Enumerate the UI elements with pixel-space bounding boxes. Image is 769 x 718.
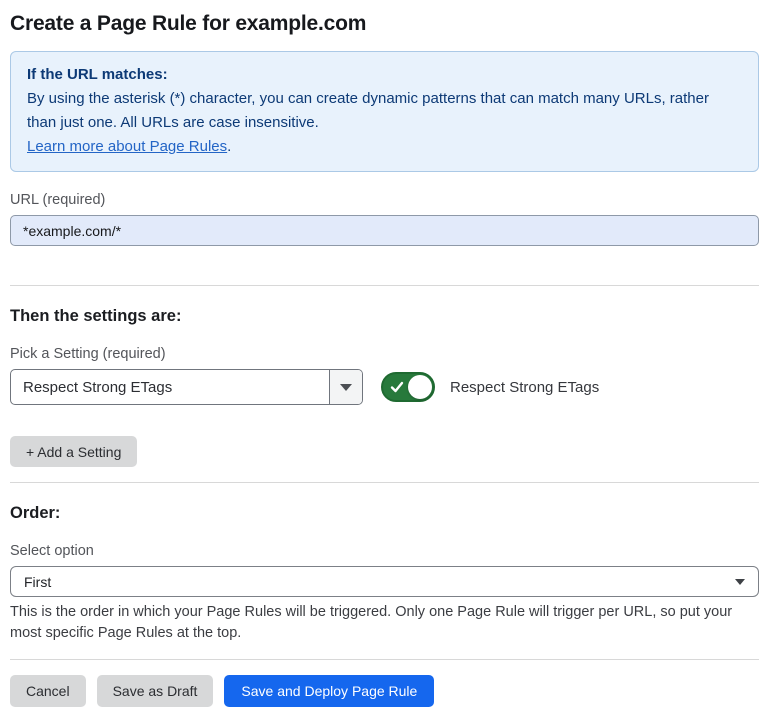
setting-row: Respect Strong ETags Respect Strong ETag…: [10, 369, 759, 405]
pick-setting-label: Pick a Setting (required): [10, 346, 759, 362]
add-setting-button[interactable]: + Add a Setting: [10, 436, 137, 467]
info-box-link-line: Learn more about Page Rules.: [27, 135, 742, 159]
url-match-info-box: If the URL matches: By using the asteris…: [10, 51, 759, 172]
cancel-button[interactable]: Cancel: [10, 675, 86, 707]
link-suffix: .: [227, 138, 231, 155]
order-select-value: First: [24, 574, 51, 590]
setting-select[interactable]: Respect Strong ETags: [10, 369, 363, 405]
order-select-label: Select option: [10, 543, 759, 559]
settings-section-heading: Then the settings are:: [10, 307, 759, 326]
order-select[interactable]: First: [10, 566, 759, 597]
url-field-label: URL (required): [10, 192, 759, 208]
toggle-knob: [408, 375, 432, 399]
url-input[interactable]: [10, 215, 759, 246]
respect-strong-etags-toggle[interactable]: [381, 372, 435, 402]
order-help-text: This is the order in which your Page Rul…: [10, 602, 759, 644]
info-box-body: By using the asterisk (*) character, you…: [27, 87, 742, 135]
setting-select-value: Respect Strong ETags: [11, 370, 329, 404]
checkmark-icon: [390, 380, 404, 394]
footer-actions: Cancel Save as Draft Save and Deploy Pag…: [10, 675, 759, 707]
order-section-heading: Order:: [10, 504, 759, 523]
section-divider: [10, 482, 759, 483]
caret-down-icon: [735, 579, 745, 585]
footer-divider: [10, 659, 759, 660]
learn-more-link[interactable]: Learn more about Page Rules: [27, 138, 227, 155]
section-divider: [10, 285, 759, 286]
save-as-draft-button[interactable]: Save as Draft: [97, 675, 214, 707]
save-and-deploy-button[interactable]: Save and Deploy Page Rule: [224, 675, 434, 707]
setting-select-arrow-button[interactable]: [329, 370, 362, 404]
toggle-label: Respect Strong ETags: [450, 379, 599, 396]
info-box-heading: If the URL matches:: [27, 63, 742, 87]
caret-down-icon: [340, 384, 352, 391]
page-title: Create a Page Rule for example.com: [10, 12, 759, 36]
